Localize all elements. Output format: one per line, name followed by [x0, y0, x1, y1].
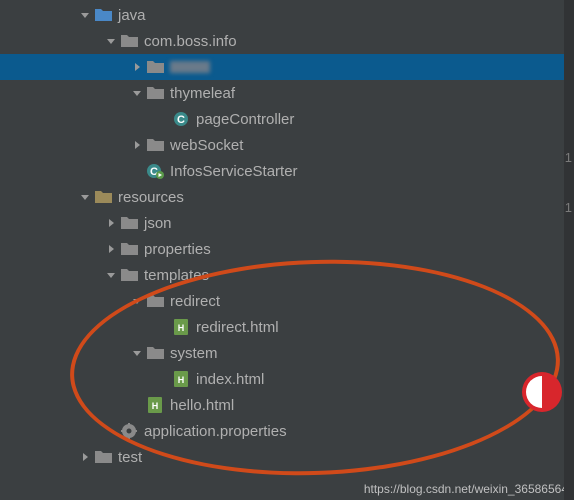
- tree-row[interactable]: C InfosServiceStarter: [0, 158, 574, 184]
- expand-right-icon[interactable]: [104, 242, 118, 256]
- folder-res-icon: [94, 188, 112, 206]
- tree-item-label: index.html: [196, 371, 264, 388]
- editor-gutter: 1 1: [564, 0, 574, 500]
- folder-icon: [120, 240, 138, 258]
- folder-icon: [146, 84, 164, 102]
- tree-row[interactable]: templates: [0, 262, 574, 288]
- tree-item-label: test: [118, 449, 142, 466]
- tree-row[interactable]: Hredirect.html: [0, 314, 574, 340]
- tree-row[interactable]: resources: [0, 184, 574, 210]
- tree-item-label: system: [170, 345, 218, 362]
- folder-blue-icon: [94, 6, 112, 24]
- html-icon: H: [172, 370, 190, 388]
- folder-icon: [146, 58, 164, 76]
- folder-icon: [120, 266, 138, 284]
- arrow-spacer: [156, 372, 170, 386]
- tree-item-label: com.boss.info: [144, 33, 237, 50]
- tree-item-label: thymeleaf: [170, 85, 235, 102]
- html-icon: H: [146, 396, 164, 414]
- folder-icon: [94, 448, 112, 466]
- folder-icon: [146, 292, 164, 310]
- props-icon: [120, 422, 138, 440]
- arrow-spacer: [156, 112, 170, 126]
- svg-text:C: C: [177, 114, 185, 126]
- html-icon: H: [172, 318, 190, 336]
- svg-text:H: H: [178, 323, 185, 333]
- expand-down-icon[interactable]: [130, 346, 144, 360]
- arrow-spacer: [104, 424, 118, 438]
- expand-down-icon[interactable]: [104, 268, 118, 282]
- folder-icon: [146, 136, 164, 154]
- arrow-spacer: [156, 320, 170, 334]
- tree-item-label: redirect: [170, 293, 220, 310]
- folder-icon: [146, 344, 164, 362]
- expand-down-icon[interactable]: [78, 8, 92, 22]
- expand-down-icon[interactable]: [104, 34, 118, 48]
- tree-item-label: json: [144, 215, 172, 232]
- tree-item-label: properties: [144, 241, 211, 258]
- tree-row[interactable]: test: [0, 444, 574, 470]
- gutter-mark: 1: [565, 200, 572, 215]
- tree-row[interactable]: java: [0, 2, 574, 28]
- tree-row[interactable]: [0, 54, 574, 80]
- expand-down-icon[interactable]: [130, 294, 144, 308]
- tree-row[interactable]: Hindex.html: [0, 366, 574, 392]
- tree-item-label: resources: [118, 189, 184, 206]
- expand-right-icon[interactable]: [130, 60, 144, 74]
- expand-right-icon[interactable]: [104, 216, 118, 230]
- tree-item-label: redirect.html: [196, 319, 279, 336]
- project-tree[interactable]: java com.boss.info thymeleaf CpageControlle…: [0, 0, 574, 470]
- class-icon: C: [172, 110, 190, 128]
- tree-row[interactable]: Hhello.html: [0, 392, 574, 418]
- watermark-url: https://blog.csdn.net/weixin_36586564: [364, 482, 568, 496]
- arrow-spacer: [130, 164, 144, 178]
- tree-item-label: InfosServiceStarter: [170, 163, 298, 180]
- tree-row[interactable]: json: [0, 210, 574, 236]
- tree-row[interactable]: com.boss.info: [0, 28, 574, 54]
- expand-right-icon[interactable]: [78, 450, 92, 464]
- tree-row[interactable]: webSocket: [0, 132, 574, 158]
- tree-row[interactable]: thymeleaf: [0, 80, 574, 106]
- tree-row[interactable]: properties: [0, 236, 574, 262]
- tree-row[interactable]: CpageController: [0, 106, 574, 132]
- expand-right-icon[interactable]: [130, 138, 144, 152]
- tree-row[interactable]: redirect: [0, 288, 574, 314]
- tree-item-label: webSocket: [170, 137, 243, 154]
- gutter-mark: 1: [565, 150, 572, 165]
- svg-text:H: H: [178, 375, 185, 385]
- class-run-icon: C: [146, 162, 164, 180]
- tree-item-label: templates: [144, 267, 209, 284]
- folder-icon: [120, 32, 138, 50]
- arrow-spacer: [130, 398, 144, 412]
- expand-down-icon[interactable]: [78, 190, 92, 204]
- tree-item-label: [170, 61, 210, 73]
- svg-text:H: H: [152, 401, 159, 411]
- expand-down-icon[interactable]: [130, 86, 144, 100]
- tree-item-label: application.properties: [144, 423, 287, 440]
- tree-item-label: hello.html: [170, 397, 234, 414]
- tree-item-label: java: [118, 7, 146, 24]
- folder-icon: [120, 214, 138, 232]
- tree-item-label: pageController: [196, 111, 294, 128]
- tree-row[interactable]: system: [0, 340, 574, 366]
- tree-row[interactable]: application.properties: [0, 418, 574, 444]
